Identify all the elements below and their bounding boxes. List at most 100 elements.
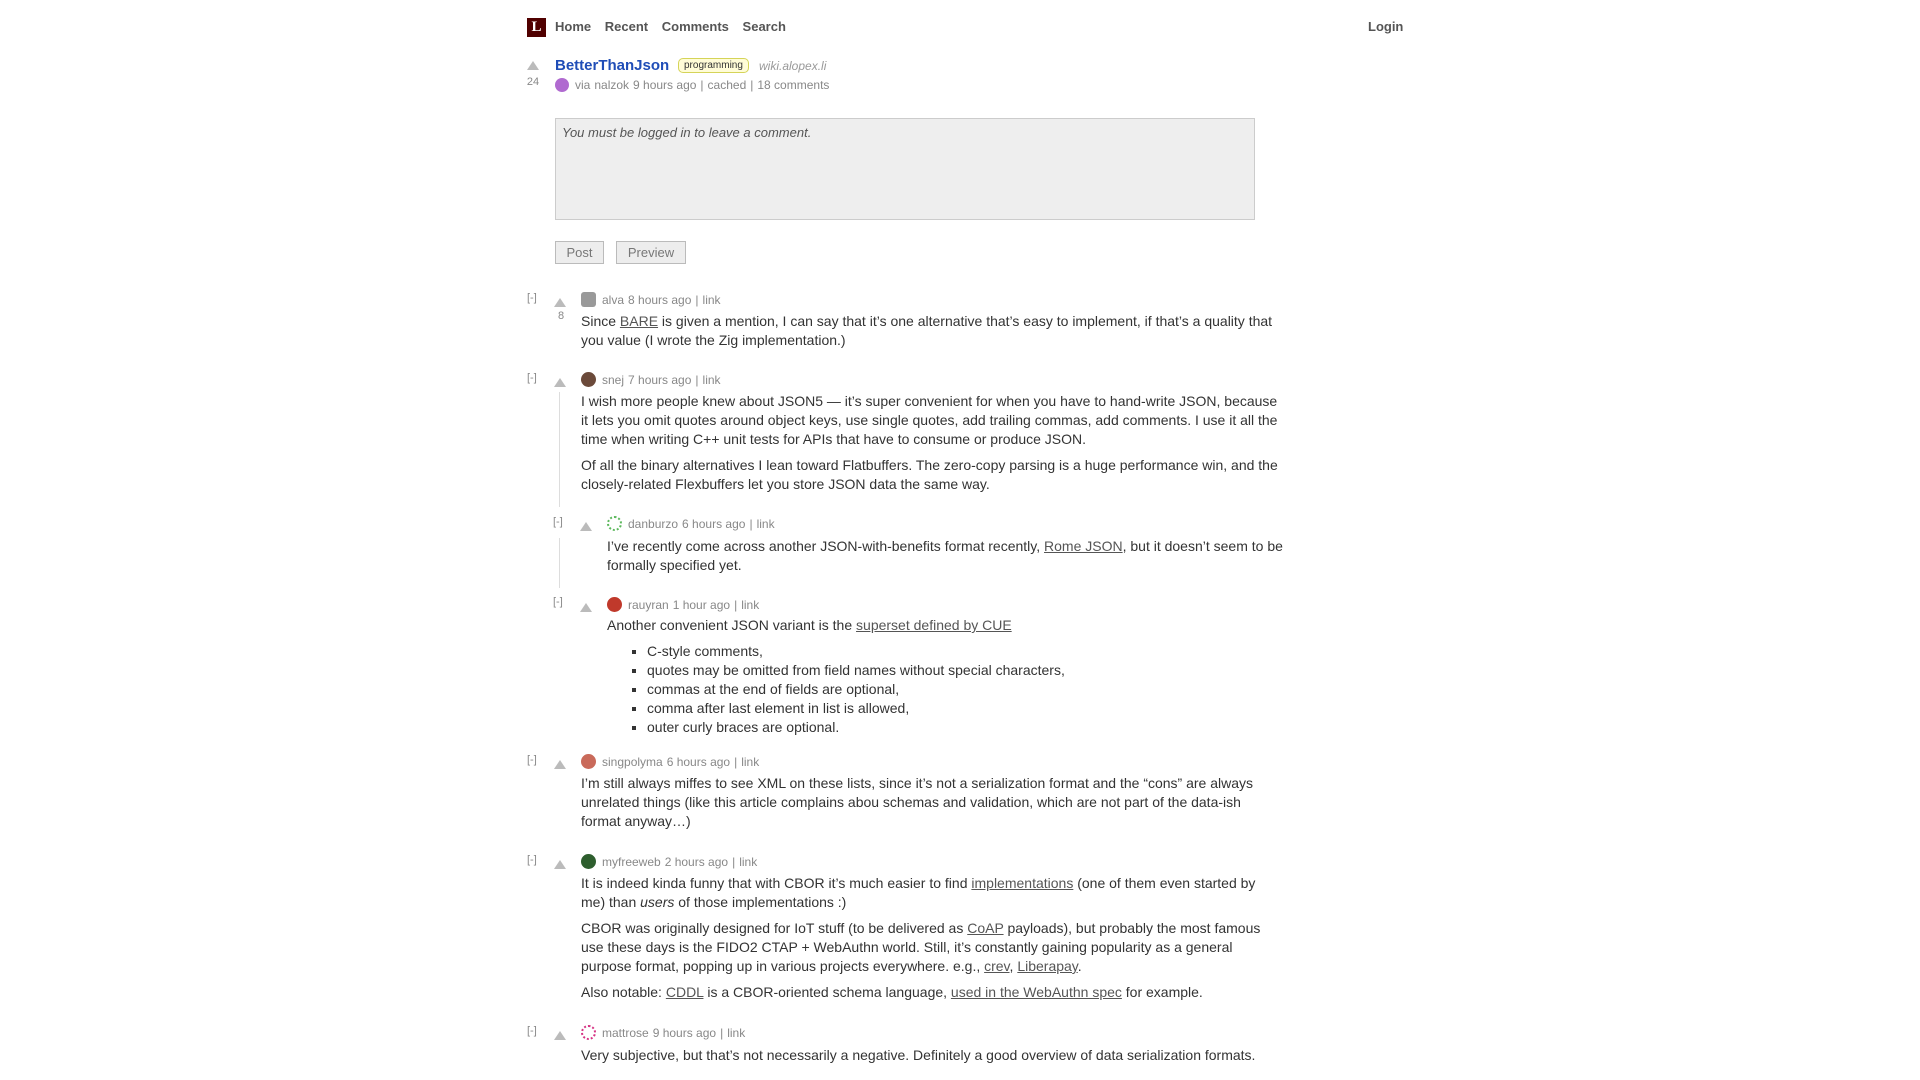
comment-body: I wish more people knew about JSON5 — it… [581,393,1278,492]
comment-body: Another convenient JSON variant is the s… [607,616,1289,737]
comment-body: Since BARE is given a mention, I can say… [581,313,1273,348]
avatar [581,1025,596,1040]
comment-user-link[interactable]: myfreeweb [602,855,661,869]
comment-user-link[interactable]: danburzo [628,517,678,531]
nav-recent[interactable]: Recent [605,19,648,34]
upvote-arrow-icon [554,760,566,769]
comment-textarea[interactable]: You must be logged in to leave a comment… [555,118,1255,220]
collapse-toggle[interactable]: [-] [527,754,537,766]
nav-search[interactable]: Search [743,19,786,34]
comment-time: 6 hours ago [666,754,731,769]
comment-body: It is indeed kinda funny that with CBOR … [581,875,1261,1000]
avatar [607,516,622,531]
comment-body: I’m still always miffes to see XML on th… [581,775,1254,829]
comment-meta: mattrose 9 hours ago | link [581,1025,745,1040]
comment-permalink[interactable]: link [727,1026,745,1040]
crev-link[interactable]: crev [984,958,1009,974]
comment-user-link[interactable]: snej [602,373,624,387]
comment-upvote-button[interactable] [554,757,566,772]
upvote-arrow-icon [554,378,566,387]
comment-upvote-button[interactable] [554,1028,566,1043]
comment-upvote-button[interactable] [580,600,592,615]
upvote-arrow-icon [554,298,566,307]
coap-link[interactable]: CoAP [967,920,1003,936]
avatar [607,597,622,612]
comment-meta: singpolyma 6 hours ago | link [581,754,759,769]
comment-permalink[interactable]: link [757,517,775,531]
upvote-arrow-icon [580,522,592,531]
webauthn-spec-link[interactable]: used in the WebAuthn spec [951,984,1122,1000]
comments-count-link[interactable]: 18 comments [757,78,829,92]
story-byline: via nalzok 9 hours ago | cached | 18 com… [555,78,829,92]
comment-upvote-button[interactable] [580,519,592,534]
comment-user-link[interactable]: mattrose [602,1026,649,1040]
comment-permalink[interactable]: link [739,855,757,869]
comment-time: 6 hours ago [682,516,746,531]
comment-meta: snej 7 hours ago | link [581,372,721,387]
feature-list: C-style comments, quotes may be omitted … [607,642,1289,737]
comment-permalink[interactable]: link [703,373,721,387]
story-score: 24 [526,76,540,88]
implementations-link[interactable]: implementations [971,875,1073,891]
cddl-link[interactable]: CDDL [666,984,704,1000]
login-link[interactable]: Login [1368,19,1403,34]
comment-upvote-button[interactable] [554,295,566,310]
story-upvote-button[interactable] [527,58,539,73]
page: L Home Recent Comments Search Login 24 B… [0,0,1920,1080]
rome-json-link[interactable]: Rome JSON [1044,538,1123,554]
collapse-toggle[interactable]: [-] [527,854,537,866]
collapse-toggle[interactable]: [-] [527,1025,537,1037]
avatar [581,372,596,387]
story-title-link[interactable]: BetterThanJson [555,57,669,74]
list-item: quotes may be omitted from field names w… [647,661,1289,680]
site-logo[interactable]: L [527,18,546,37]
comment-user-link[interactable]: singpolyma [602,755,663,769]
via-label: via [575,78,591,92]
comment-time: 8 hours ago [628,292,692,307]
comment-meta: myfreeweb 2 hours ago | link [581,854,757,869]
avatar [555,78,569,92]
preview-button[interactable]: Preview [616,241,686,264]
comment-permalink[interactable]: link [741,755,759,769]
collapse-toggle[interactable]: [-] [527,372,537,384]
story-user-link[interactable]: nalzok [594,78,629,92]
cue-superset-link[interactable]: superset defined by CUE [856,617,1012,633]
comment-upvote-button[interactable] [554,375,566,390]
comment-time: 2 hours ago [664,854,729,869]
thread-line [559,538,560,588]
comment-time: 1 hour ago [672,597,731,612]
story-domain[interactable]: wiki.alopex.li [759,59,826,73]
bare-link[interactable]: BARE [620,313,658,329]
thread-line [559,392,560,507]
list-item: outer curly braces are optional. [647,718,1289,737]
nav-home[interactable]: Home [555,19,591,34]
collapse-toggle[interactable]: [-] [527,292,537,304]
story-time: 9 hours ago [633,78,697,92]
upvote-arrow-icon [554,860,566,869]
nav-comments[interactable]: Comments [662,19,729,34]
comment-upvote-button[interactable] [554,857,566,872]
comment-score: 8 [557,310,565,322]
comment-meta: rauyran 1 hour ago | link [607,597,759,612]
cached-link[interactable]: cached [708,78,747,92]
upvote-arrow-icon [527,61,539,70]
comment-meta: alva 8 hours ago | link [581,292,721,307]
main-nav: Home Recent Comments Search [555,19,796,34]
comment-permalink[interactable]: link [741,598,759,612]
comment-user-link[interactable]: alva [602,293,624,307]
list-item: comma after last element in list is allo… [647,699,1289,718]
comment-user-link[interactable]: rauyran [628,598,669,612]
post-button[interactable]: Post [555,241,604,264]
list-item: commas at the end of fields are optional… [647,680,1289,699]
comment-body: Very subjective, but that’s not necessar… [581,1047,1256,1063]
comment-permalink[interactable]: link [703,293,721,307]
upvote-arrow-icon [580,603,592,612]
avatar [581,854,596,869]
story-tag[interactable]: programming [678,58,749,73]
liberapay-link[interactable]: Liberapay [1017,958,1077,974]
comment-time: 9 hours ago [652,1025,717,1040]
collapse-toggle[interactable]: [-] [553,596,563,608]
upvote-arrow-icon [554,1031,566,1040]
comment-body: I’ve recently come across another JSON-w… [607,538,1283,573]
collapse-toggle[interactable]: [-] [553,516,563,528]
